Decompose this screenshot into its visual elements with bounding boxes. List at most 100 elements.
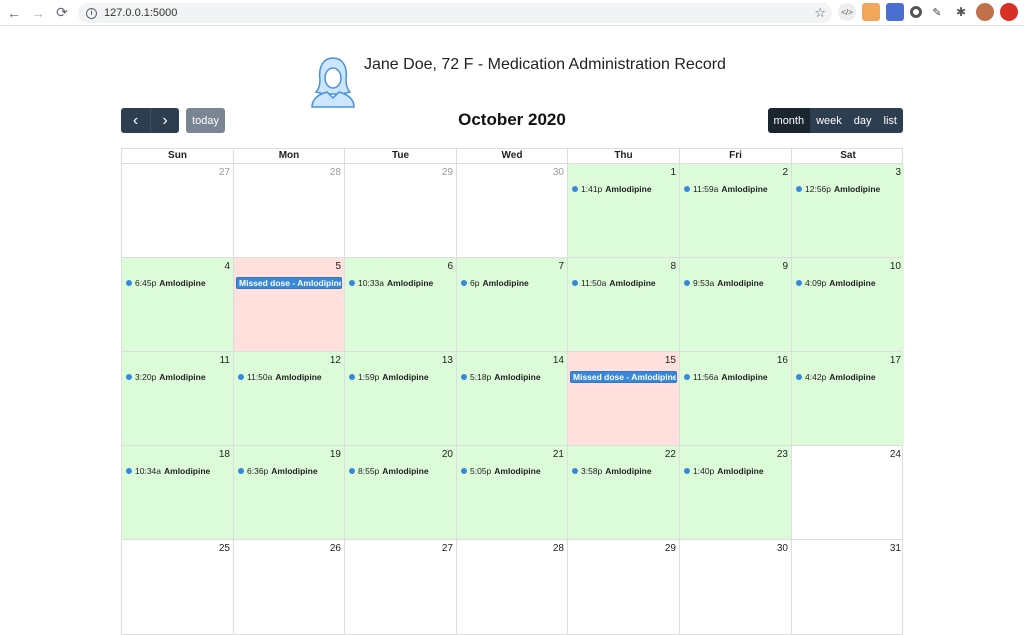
dose-event[interactable]: 1:40p Amlodipine: [684, 466, 764, 476]
extension-orange-icon[interactable]: [862, 3, 880, 21]
dose-event[interactable]: 5:18p Amlodipine: [461, 372, 541, 382]
day-number[interactable]: 22: [665, 449, 676, 460]
calendar-day-cell[interactable]: 26: [234, 540, 345, 634]
calendar-day-cell[interactable]: 21 5:05p Amlodipine: [457, 446, 568, 539]
calendar-day-cell[interactable]: 3 12:56p Amlodipine: [792, 164, 904, 257]
calendar-day-cell[interactable]: 23 1:40p Amlodipine: [680, 446, 792, 539]
day-number[interactable]: 12: [330, 355, 341, 366]
day-number[interactable]: 30: [777, 543, 788, 554]
dose-event[interactable]: 1:41p Amlodipine: [572, 184, 652, 194]
day-number[interactable]: 31: [890, 543, 901, 554]
dose-event[interactable]: 4:09p Amlodipine: [796, 278, 876, 288]
day-number[interactable]: 18: [219, 449, 230, 460]
calendar-day-cell[interactable]: 27: [122, 164, 234, 257]
dose-event[interactable]: 10:33a Amlodipine: [349, 278, 433, 288]
dose-event[interactable]: 6p Amlodipine: [461, 278, 529, 288]
dose-event[interactable]: 6:45p Amlodipine: [126, 278, 206, 288]
dose-event[interactable]: 4:42p Amlodipine: [796, 372, 876, 382]
dose-event[interactable]: 8:55p Amlodipine: [349, 466, 429, 476]
today-button[interactable]: today: [186, 108, 225, 133]
info-icon[interactable]: i: [86, 7, 97, 19]
calendar-day-cell[interactable]: 20 8:55p Amlodipine: [345, 446, 457, 539]
dose-event[interactable]: 11:59a Amlodipine: [684, 184, 768, 194]
day-number[interactable]: 1: [670, 167, 676, 178]
calendar-day-cell[interactable]: 31: [792, 540, 904, 634]
day-number[interactable]: 10: [890, 261, 901, 272]
back-arrow-icon[interactable]: ←: [4, 3, 24, 23]
day-number[interactable]: 4: [224, 261, 230, 272]
day-number[interactable]: 30: [553, 167, 564, 178]
dose-event[interactable]: 3:20p Amlodipine: [126, 372, 206, 382]
calendar-day-cell[interactable]: 6 10:33a Amlodipine: [345, 258, 457, 351]
missed-dose-event[interactable]: Missed dose - Amlodipine: [570, 371, 677, 383]
day-number[interactable]: 9: [782, 261, 788, 272]
day-number[interactable]: 28: [553, 543, 564, 554]
calendar-day-cell[interactable]: 18 10:34a Amlodipine: [122, 446, 234, 539]
code-extension-icon[interactable]: </>: [838, 3, 856, 21]
view-list-button[interactable]: list: [877, 108, 903, 133]
calendar-day-cell[interactable]: 29: [568, 540, 680, 634]
extension-blue-icon[interactable]: [886, 3, 904, 21]
dose-event[interactable]: 11:50a Amlodipine: [572, 278, 656, 288]
day-number[interactable]: 23: [777, 449, 788, 460]
calendar-day-cell[interactable]: 19 6:36p Amlodipine: [234, 446, 345, 539]
calendar-day-cell[interactable]: 14 5:18p Amlodipine: [457, 352, 568, 445]
calendar-day-cell[interactable]: 7 6p Amlodipine: [457, 258, 568, 351]
missed-dose-event[interactable]: Missed dose - Amlodipine: [236, 277, 342, 289]
calendar-day-cell[interactable]: 12 11:50a Amlodipine: [234, 352, 345, 445]
day-number[interactable]: 13: [442, 355, 453, 366]
day-number[interactable]: 2: [782, 167, 788, 178]
day-number[interactable]: 25: [219, 543, 230, 554]
calendar-day-cell[interactable]: 27: [345, 540, 457, 634]
calendar-day-cell[interactable]: 30: [680, 540, 792, 634]
calendar-day-cell[interactable]: 9 9:53a Amlodipine: [680, 258, 792, 351]
dose-event[interactable]: 1:59p Amlodipine: [349, 372, 429, 382]
calendar-day-cell[interactable]: 4 6:45p Amlodipine: [122, 258, 234, 351]
day-number[interactable]: 28: [330, 167, 341, 178]
dose-event[interactable]: 11:50a Amlodipine: [238, 372, 322, 382]
eyedropper-icon[interactable]: ✎: [928, 3, 946, 21]
dose-event[interactable]: 5:05p Amlodipine: [461, 466, 541, 476]
calendar-day-cell[interactable]: 8 11:50a Amlodipine: [568, 258, 680, 351]
day-number[interactable]: 16: [777, 355, 788, 366]
dose-event[interactable]: 11:56a Amlodipine: [684, 372, 768, 382]
extension-red-icon[interactable]: [1000, 3, 1018, 21]
day-number[interactable]: 26: [330, 543, 341, 554]
day-number[interactable]: 29: [442, 167, 453, 178]
address-bar[interactable]: i 127.0.0.1:5000 ☆: [78, 3, 832, 23]
profile-avatar-icon[interactable]: [976, 3, 994, 21]
day-number[interactable]: 24: [890, 449, 901, 460]
view-week-button[interactable]: week: [810, 108, 848, 133]
calendar-day-cell[interactable]: 25: [122, 540, 234, 634]
calendar-day-cell[interactable]: 22 3:58p Amlodipine: [568, 446, 680, 539]
day-number[interactable]: 27: [442, 543, 453, 554]
dose-event[interactable]: 6:36p Amlodipine: [238, 466, 318, 476]
calendar-day-cell[interactable]: 13 1:59p Amlodipine: [345, 352, 457, 445]
calendar-day-cell[interactable]: 28: [457, 540, 568, 634]
calendar-day-cell[interactable]: 2 11:59a Amlodipine: [680, 164, 792, 257]
day-number[interactable]: 5: [335, 261, 341, 272]
calendar-day-cell[interactable]: 10 4:09p Amlodipine: [792, 258, 904, 351]
view-day-button[interactable]: day: [847, 108, 878, 133]
view-month-button[interactable]: month: [767, 108, 811, 133]
reload-icon[interactable]: ⟳: [52, 3, 72, 23]
forward-arrow-icon[interactable]: →: [28, 3, 48, 23]
next-month-button[interactable]: ›: [150, 108, 179, 133]
calendar-day-cell[interactable]: 28: [234, 164, 345, 257]
day-number[interactable]: 11: [220, 355, 230, 366]
calendar-day-cell[interactable]: 29: [345, 164, 457, 257]
extension-circle-icon[interactable]: [910, 6, 922, 18]
day-number[interactable]: 17: [890, 355, 901, 366]
calendar-day-cell[interactable]: 16 11:56a Amlodipine: [680, 352, 792, 445]
prev-month-button[interactable]: ‹: [121, 108, 150, 133]
bookmark-star-icon[interactable]: ☆: [814, 5, 826, 21]
day-number[interactable]: 3: [895, 167, 901, 178]
day-number[interactable]: 7: [558, 261, 564, 272]
dose-event[interactable]: 9:53a Amlodipine: [684, 278, 764, 288]
puzzle-extensions-icon[interactable]: ✱: [952, 3, 970, 21]
dose-event[interactable]: 10:34a Amlodipine: [126, 466, 210, 476]
calendar-day-cell[interactable]: 5 Missed dose - Amlodipine: [234, 258, 345, 351]
day-number[interactable]: 19: [330, 449, 341, 460]
calendar-day-cell[interactable]: 1 1:41p Amlodipine: [568, 164, 680, 257]
day-number[interactable]: 27: [219, 167, 230, 178]
